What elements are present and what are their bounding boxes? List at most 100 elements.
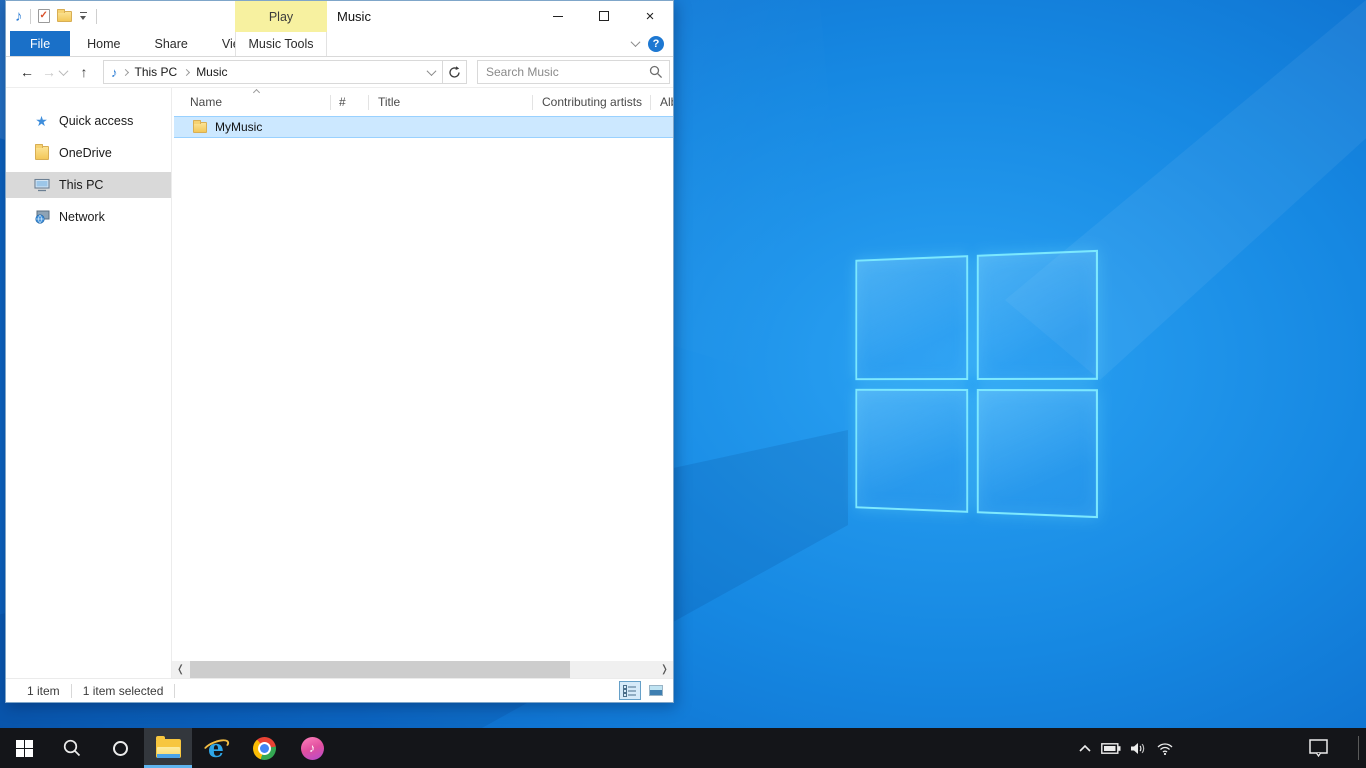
windows-start-icon <box>16 740 33 757</box>
up-button[interactable]: ↑ <box>73 60 95 84</box>
taskbar-chrome-button[interactable] <box>240 728 288 768</box>
tab-file[interactable]: File <box>10 31 70 56</box>
breadcrumb-this-pc[interactable]: This PC <box>131 65 182 79</box>
network-tray-button[interactable] <box>1156 742 1173 755</box>
help-icon[interactable]: ? <box>648 36 664 52</box>
music-note-window-icon[interactable]: ♪ <box>15 9 23 24</box>
network-icon <box>33 210 50 224</box>
horizontal-scrollbar[interactable]: ❬ ❭ <box>172 661 673 678</box>
file-explorer-window: ♪ Play Music × File Home Share View Musi… <box>5 0 674 703</box>
close-button[interactable]: × <box>627 1 673 31</box>
windows-logo-pane <box>855 255 967 379</box>
navigation-pane: ★ Quick access OneDrive This PC <box>6 88 172 678</box>
separator <box>71 684 72 698</box>
ribbon-tab-row: File Home Share View Music Tools ? <box>6 31 673 57</box>
expand-ribbon-icon[interactable] <box>631 37 641 47</box>
separator <box>174 684 175 698</box>
battery-tray-button[interactable] <box>1101 743 1121 754</box>
search-input[interactable] <box>484 64 649 80</box>
sidebar-item-label: OneDrive <box>59 146 112 160</box>
sidebar-item-this-pc[interactable]: This PC <box>6 172 171 198</box>
taskbar: e ♪ <box>0 728 1366 768</box>
breadcrumb-music[interactable]: Music <box>192 65 231 79</box>
recent-locations-dropdown-icon[interactable] <box>59 66 69 76</box>
taskbar-internet-explorer-button[interactable]: e <box>192 728 240 768</box>
action-center-button[interactable] <box>1309 739 1328 757</box>
search-icon[interactable] <box>649 65 663 79</box>
breadcrumb-chevron-icon[interactable] <box>121 68 128 75</box>
status-left: 1 item 1 item selected <box>6 679 186 702</box>
start-button[interactable] <box>0 728 48 768</box>
scroll-right-arrow[interactable]: ❭ <box>656 661 673 678</box>
minimize-button[interactable] <box>535 1 581 31</box>
maximize-button[interactable] <box>581 1 627 31</box>
sidebar-item-label: Network <box>59 210 105 224</box>
speaker-icon <box>1130 742 1147 755</box>
new-folder-icon[interactable] <box>57 11 72 22</box>
title-bar[interactable]: ♪ Play Music × <box>6 1 673 31</box>
large-icons-view-button[interactable] <box>645 681 667 700</box>
taskbar-search-button[interactable] <box>48 728 96 768</box>
music-note-icon: ♪ <box>111 66 118 79</box>
cortana-icon <box>113 741 128 756</box>
column-header-contributing-artists[interactable]: Contributing artists <box>532 88 650 116</box>
separator <box>30 9 31 24</box>
breadcrumb-chevron-icon[interactable] <box>183 68 190 75</box>
maximize-icon <box>599 11 609 21</box>
scrollbar-track[interactable] <box>189 661 656 678</box>
properties-icon[interactable] <box>38 9 50 23</box>
details-view-icon <box>623 685 637 697</box>
file-list[interactable]: MyMusic <box>172 116 673 661</box>
sidebar-item-quick-access[interactable]: ★ Quick access <box>6 108 171 134</box>
column-header-name[interactable]: Name <box>172 88 330 116</box>
wifi-icon <box>1156 742 1173 755</box>
separator <box>96 9 97 24</box>
scrollbar-thumb[interactable] <box>190 661 570 678</box>
back-button[interactable]: ← <box>16 60 38 84</box>
customize-qat-dropdown-icon[interactable] <box>79 11 89 21</box>
battery-icon <box>1101 743 1121 754</box>
address-bar[interactable]: ♪ This PC Music <box>103 60 443 84</box>
column-header-number[interactable]: # <box>330 88 368 116</box>
search-box[interactable] <box>477 60 670 84</box>
taskbar-file-explorer-button[interactable] <box>144 728 192 768</box>
status-bar: 1 item 1 item selected <box>6 678 673 702</box>
view-toggle-buttons <box>619 681 673 700</box>
action-center-icon <box>1309 739 1328 757</box>
cortana-button[interactable] <box>96 728 144 768</box>
forward-button[interactable]: → <box>38 60 60 84</box>
tab-home[interactable]: Home <box>70 31 137 56</box>
scroll-left-arrow[interactable]: ❬ <box>172 661 189 678</box>
file-row-mymusic[interactable]: MyMusic <box>174 116 673 138</box>
taskbar-itunes-button[interactable]: ♪ <box>288 728 336 768</box>
tab-music-tools[interactable]: Music Tools <box>235 31 327 56</box>
window-title: Music <box>337 9 371 24</box>
tray-expand-button[interactable] <box>1078 744 1092 753</box>
internet-explorer-icon: e <box>203 735 229 761</box>
file-list-pane: Name # Title Contributing artists Alb My… <box>172 88 673 678</box>
sidebar-item-label: Quick access <box>59 114 133 128</box>
contextual-chip-play[interactable]: Play <box>235 1 327 32</box>
address-bar-row: ← → ↑ ♪ This PC Music <box>6 57 673 88</box>
tab-share[interactable]: Share <box>138 31 205 56</box>
system-tray <box>1078 728 1366 768</box>
address-dropdown-icon[interactable] <box>420 61 442 83</box>
close-icon: × <box>646 9 655 24</box>
sidebar-item-onedrive[interactable]: OneDrive <box>6 140 171 166</box>
windows-logo-pane <box>855 388 967 512</box>
minimize-icon <box>553 16 563 17</box>
sidebar-item-network[interactable]: Network <box>6 204 171 230</box>
file-name: MyMusic <box>215 120 262 134</box>
itunes-icon: ♪ <box>301 737 324 760</box>
details-view-button[interactable] <box>619 681 641 700</box>
column-header-title[interactable]: Title <box>368 88 532 116</box>
show-desktop-button[interactable] <box>1358 736 1366 760</box>
windows-logo-pane <box>976 389 1098 519</box>
search-icon <box>63 739 81 757</box>
refresh-button[interactable] <box>443 60 467 84</box>
column-header-album[interactable]: Alb <box>650 88 673 116</box>
sidebar-item-label: This PC <box>59 178 103 192</box>
volume-tray-button[interactable] <box>1130 742 1147 755</box>
quick-access-star-icon: ★ <box>33 114 50 128</box>
folder-icon <box>193 122 207 133</box>
